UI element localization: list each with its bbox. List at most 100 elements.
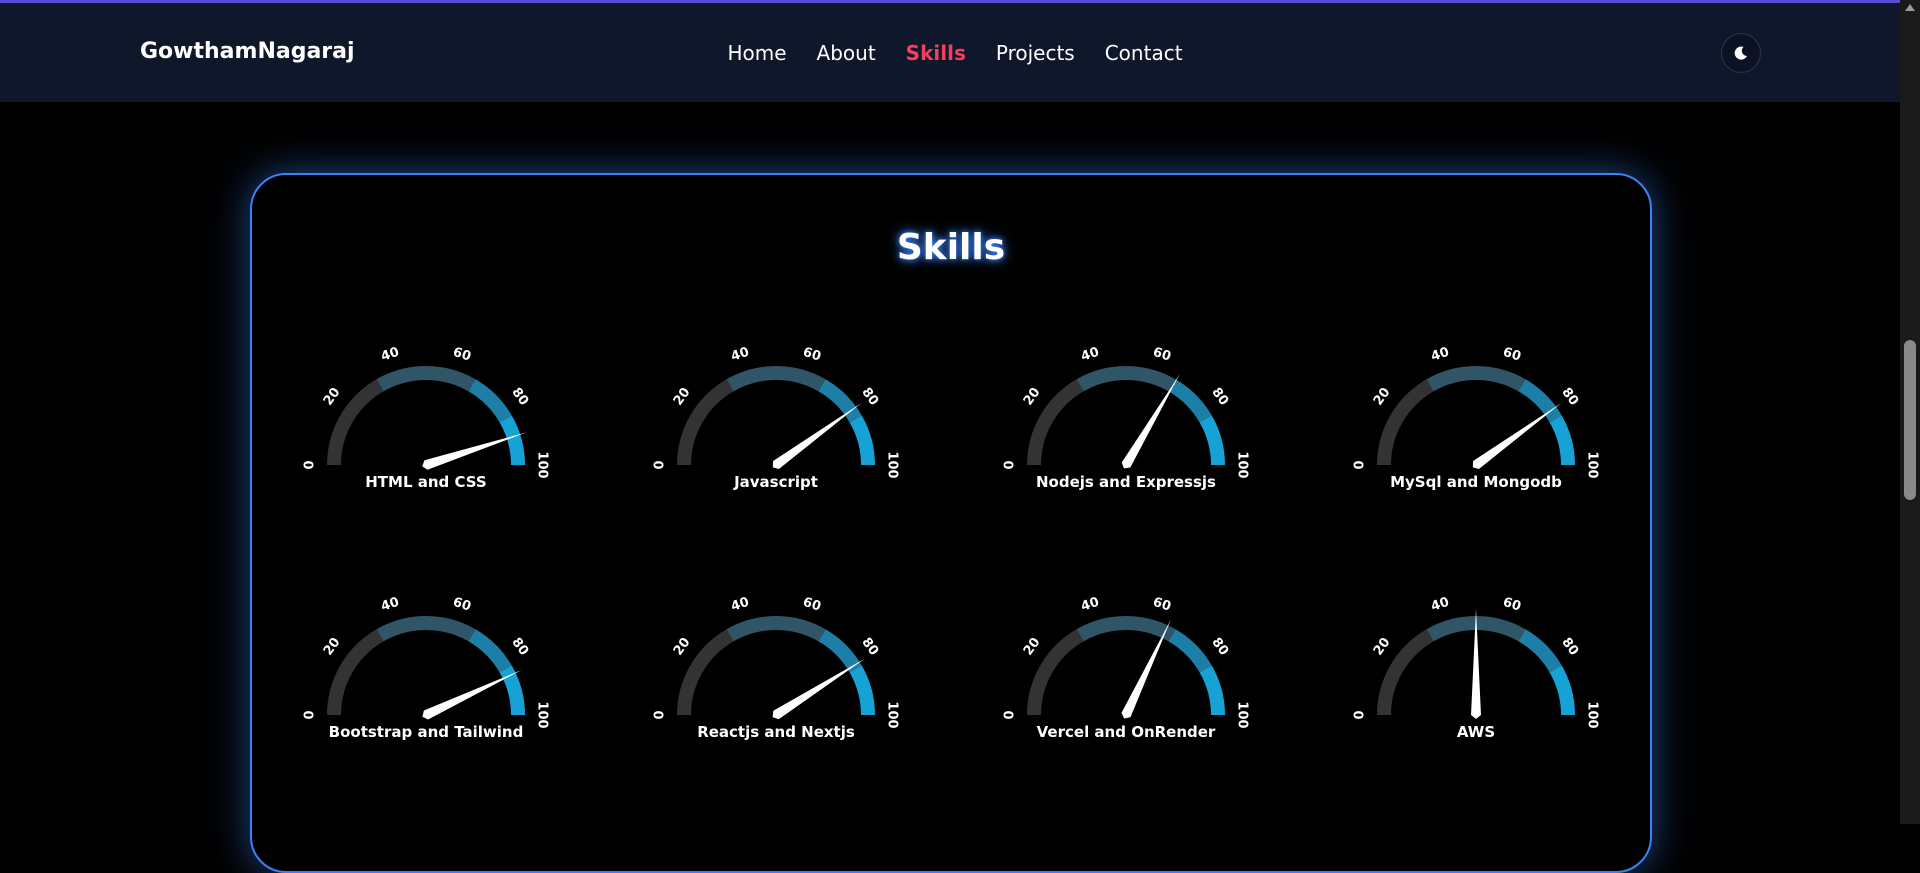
gauge-tick-label: 60 [801, 345, 823, 365]
gauge-arc-segment [1199, 415, 1226, 466]
gauge-tick-label: 80 [1208, 385, 1231, 408]
gauge-dial: 02040 6080100 [1353, 595, 1600, 729]
page-scrollbar[interactable] [1900, 0, 1920, 824]
gauge-arc-segment [1125, 365, 1176, 392]
gauge-arc-segment [676, 415, 703, 466]
gauge-dial: 02040 6080100 [653, 595, 900, 729]
gauge-dial: 02040 6080100 [303, 595, 550, 729]
gauge-dial: 02040 6080100 [303, 345, 550, 479]
gauge-arc-segment [326, 665, 353, 716]
nav-link-home[interactable]: Home [727, 41, 786, 65]
gauge-arc-segment [1076, 365, 1127, 392]
gauge-label: MySql and Mongodb [1390, 473, 1562, 491]
gauge-needle [422, 669, 522, 720]
skill-gauge: 0 20 40 60 80 100 Reactjs and Nextjs [646, 585, 906, 785]
gauge-arc-segment [1426, 615, 1477, 642]
gauge-tick-label: 0 [303, 710, 318, 719]
gauge-needle [772, 658, 866, 720]
moon-icon [1734, 46, 1747, 60]
gauge-tick-label: 60 [451, 595, 473, 615]
nav-link-about[interactable]: About [817, 41, 876, 65]
gauge-arc-segment [1376, 415, 1403, 466]
gauge-arc-segment [340, 629, 384, 673]
gauge-arc-segment [818, 629, 862, 673]
nav-link-contact[interactable]: Contact [1105, 41, 1183, 65]
gauge-arc-segment [1475, 365, 1526, 392]
gauge-tick-label: 0 [1003, 710, 1018, 719]
gauge-tick-label: 20 [1021, 635, 1044, 658]
gauge-arc-segment [1475, 615, 1526, 642]
gauge-tick-label: 20 [321, 385, 344, 408]
gauge-tick-label: 40 [1429, 345, 1451, 365]
gauge-tick-label: 60 [801, 595, 823, 615]
gauge-tick-label: 80 [858, 385, 881, 408]
gauge-tick-label: 0 [1353, 710, 1368, 719]
gauge-tick-label: 60 [451, 345, 473, 365]
gauge-tick-label: 80 [1558, 635, 1581, 658]
gauge-tick-label: 40 [729, 595, 751, 615]
gauge-tick-label: 60 [1501, 345, 1523, 365]
theme-toggle-button[interactable] [1721, 33, 1761, 73]
gauge-tick-label: 40 [379, 595, 401, 615]
gauge-label: Reactjs and Nextjs [697, 723, 855, 741]
gauge-arc-segment [690, 379, 734, 423]
skill-gauge: 0 20 40 60 80 100 AWS [1346, 585, 1606, 785]
gauge-tick-label: 20 [1371, 385, 1394, 408]
scroll-up-arrow-icon[interactable] [1905, 4, 1915, 11]
gauge-tick-label: 20 [1371, 635, 1394, 658]
gauge-arc-segment [775, 365, 826, 392]
gauge-tick-label: 40 [1079, 345, 1101, 365]
gauge-tick-label: 40 [1429, 595, 1451, 615]
gauge-arc-segment [425, 615, 476, 642]
gauge-tick-label: 0 [303, 460, 318, 469]
gauge-arc-segment [1426, 365, 1477, 392]
gauge-arc-segment [1040, 629, 1084, 673]
gauge-arc-segment [849, 665, 876, 716]
skill-gauge: 0 20 40 60 80 100 Javascript [646, 335, 906, 535]
gauge-arc-segment [849, 415, 876, 466]
gauge-tick-label: 20 [321, 635, 344, 658]
gauge-arc-segment [676, 665, 703, 716]
gauge-dial: 02040 6080100 [1003, 595, 1250, 729]
skills-gauge-grid: 0 20 40 60 80 100 HTML and CSS 0 20 40 60 80 100 Java… [252, 175, 1650, 871]
gauge-tick-label: 20 [671, 385, 694, 408]
gauge-arc-segment [818, 379, 862, 423]
gauge-dial: 02040 6080100 [1003, 345, 1250, 479]
skill-gauge: 0 20 40 60 80 100 MySql and Mongodb [1346, 335, 1606, 535]
skills-card: Skills 0 20 40 60 80 100 HTML and CSS 0 20 40 60 80… [250, 173, 1652, 873]
gauge-arc-segment [376, 615, 427, 642]
gauge-arc-segment [1549, 415, 1576, 466]
nav-link-skills[interactable]: Skills [906, 41, 966, 65]
scroll-thumb[interactable] [1904, 340, 1916, 500]
nav-link-projects[interactable]: Projects [996, 41, 1075, 65]
gauge-arc-segment [1168, 629, 1212, 673]
gauge-arc-segment [726, 365, 777, 392]
navbar: GowthamNagaraj Home About Skills Project… [0, 3, 1900, 102]
gauge-dial: 02040 6080100 [1353, 345, 1600, 479]
gauge-label: HTML and CSS [365, 473, 487, 491]
gauge-tick-label: 60 [1501, 595, 1523, 615]
gauge-arc-segment [468, 629, 512, 673]
gauge-tick-label: 0 [1353, 460, 1368, 469]
gauge-arc-segment [1518, 379, 1562, 423]
gauge-arc-segment [1026, 665, 1053, 716]
gauge-tick-label: 0 [1003, 460, 1018, 469]
gauge-needle [1121, 373, 1180, 469]
gauge-arc-segment [468, 379, 512, 423]
gauge-label: AWS [1456, 723, 1496, 741]
gauge-arc-segment [1549, 665, 1576, 716]
gauge-arc-segment [1376, 665, 1403, 716]
gauge-arc-segment [726, 615, 777, 642]
gauge-arc-segment [326, 415, 353, 466]
gauge-tick-label: 40 [379, 345, 401, 365]
gauge-label: Javascript [734, 473, 818, 491]
gauge-arc-segment [1390, 379, 1434, 423]
gauge-label: Bootstrap and Tailwind [328, 723, 524, 741]
gauge-arc-segment [1040, 379, 1084, 423]
gauge-label: Nodejs and Expressjs [1036, 473, 1216, 491]
gauge-tick-label: 20 [1021, 385, 1044, 408]
skill-gauge: 0 20 40 60 80 100 Vercel and OnRender [996, 585, 1256, 785]
gauge-needle [1472, 402, 1562, 469]
gauge-tick-label: 60 [1151, 345, 1173, 365]
gauge-tick-label: 40 [729, 345, 751, 365]
